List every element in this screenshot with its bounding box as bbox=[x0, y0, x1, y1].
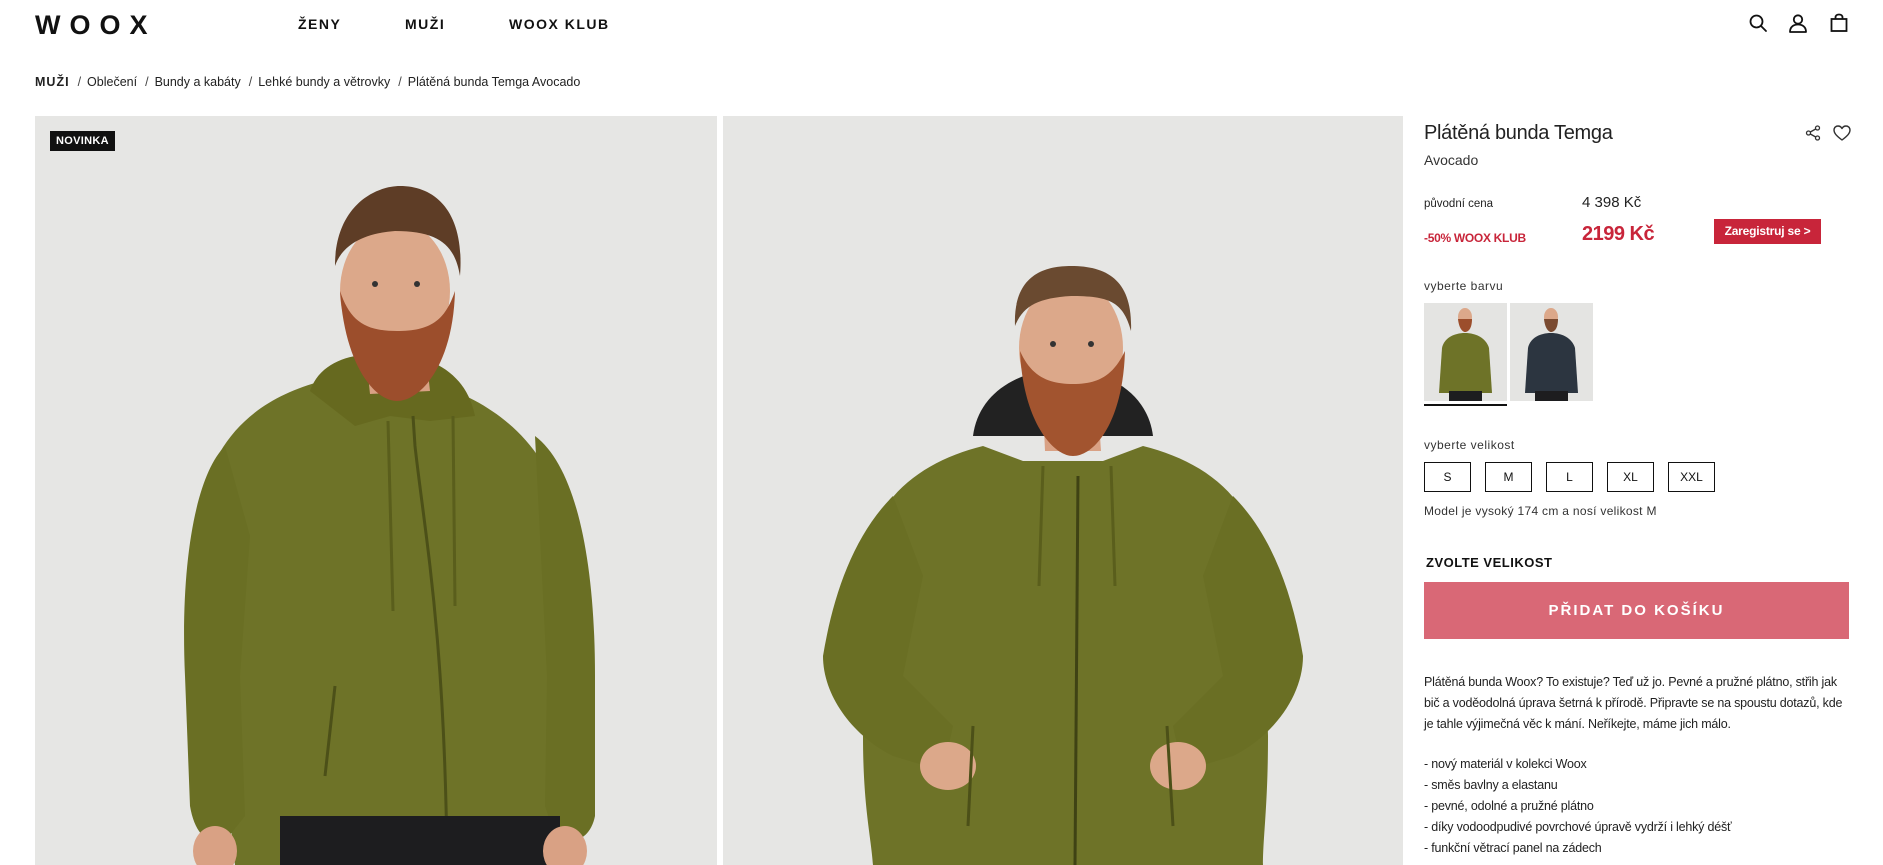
selected-swatch-indicator bbox=[1424, 404, 1507, 406]
size-m-button[interactable]: M bbox=[1485, 462, 1532, 492]
product-photo-front[interactable] bbox=[35, 116, 717, 865]
new-badge: NOVINKA bbox=[50, 131, 115, 151]
breadcrumb-separator: / bbox=[77, 75, 82, 89]
original-price-label: původní cena bbox=[1424, 198, 1494, 210]
feature-item: - pevné, odolné a pružné plátno bbox=[1424, 799, 1594, 813]
size-s-button[interactable]: S bbox=[1424, 462, 1471, 492]
breadcrumb-obleceni[interactable]: Oblečení bbox=[87, 75, 137, 89]
nav-woox-klub[interactable]: WOOX KLUB bbox=[509, 16, 610, 32]
breadcrumb: MUŽI / Oblečení / Bundy a kabáty / Lehké bundy… bbox=[35, 75, 580, 89]
size-l-button[interactable]: L bbox=[1546, 462, 1593, 492]
nav-muzi[interactable]: MUŽI bbox=[405, 16, 445, 32]
color-swatch-avocado[interactable] bbox=[1424, 303, 1507, 401]
product-description: Plátěná bunda Woox? To existuje? Teď už … bbox=[1424, 675, 1843, 731]
shopping-bag-icon[interactable] bbox=[1828, 12, 1850, 34]
register-button[interactable]: Zaregistruj se > bbox=[1714, 219, 1821, 244]
product-color-name: Avocado bbox=[1424, 152, 1479, 168]
model-size-note: Model je vysoký 174 cm a nosí velikost M bbox=[1424, 504, 1657, 518]
original-price: 4 398 Kč bbox=[1582, 194, 1642, 211]
search-icon[interactable] bbox=[1747, 12, 1769, 34]
user-icon[interactable] bbox=[1787, 12, 1809, 34]
feature-item: - funkční větrací panel na zádech bbox=[1424, 841, 1602, 855]
product-title: Plátěná bunda Temga bbox=[1424, 122, 1613, 144]
add-to-cart-button[interactable]: PŘIDAT DO KOŠÍKU bbox=[1424, 582, 1849, 639]
size-label: vyberte velikost bbox=[1424, 438, 1515, 452]
color-label: vyberte barvu bbox=[1424, 279, 1504, 293]
breadcrumb-bundy-a-kabaty[interactable]: Bundy a kabáty bbox=[155, 75, 241, 89]
club-discount-label: -50% WOOX KLUB bbox=[1424, 231, 1526, 245]
color-swatch-navy[interactable] bbox=[1510, 303, 1593, 401]
woox-logo[interactable]: WOOX bbox=[35, 10, 157, 41]
feature-item: - směs bavlny a elastanu bbox=[1424, 778, 1558, 792]
site-header: WOOX ŽENY MUŽI WOOX KLUB bbox=[0, 0, 1883, 48]
breadcrumb-separator: / bbox=[248, 75, 253, 89]
feature-item: - nový materiál v kolekci Woox bbox=[1424, 757, 1587, 771]
club-price: 2199 Kč bbox=[1582, 223, 1655, 245]
product-photo-front-pose[interactable] bbox=[723, 116, 1403, 865]
nav-zeny[interactable]: ŽENY bbox=[298, 16, 341, 32]
size-xl-button[interactable]: XL bbox=[1607, 462, 1654, 492]
size-xxl-button[interactable]: XXL bbox=[1668, 462, 1715, 492]
breadcrumb-separator: / bbox=[398, 75, 402, 89]
breadcrumb-muzi[interactable]: MUŽI bbox=[35, 75, 70, 89]
product-features: - nový materiál v kolekci Woox - směs ba… bbox=[1424, 754, 1849, 859]
heart-icon[interactable] bbox=[1832, 123, 1852, 143]
feature-item: - díky vodoodpudivé povrchové úpravě vyd… bbox=[1424, 820, 1732, 834]
choose-size-heading: ZVOLTE VELIKOST bbox=[1426, 555, 1553, 570]
breadcrumb-current-product: Plátěná bunda Temga Avocado bbox=[407, 75, 581, 89]
breadcrumb-separator: / bbox=[145, 75, 149, 89]
breadcrumb-lehke-bundy[interactable]: Lehké bundy a větrovky bbox=[258, 75, 390, 89]
share-icon[interactable] bbox=[1804, 124, 1822, 142]
